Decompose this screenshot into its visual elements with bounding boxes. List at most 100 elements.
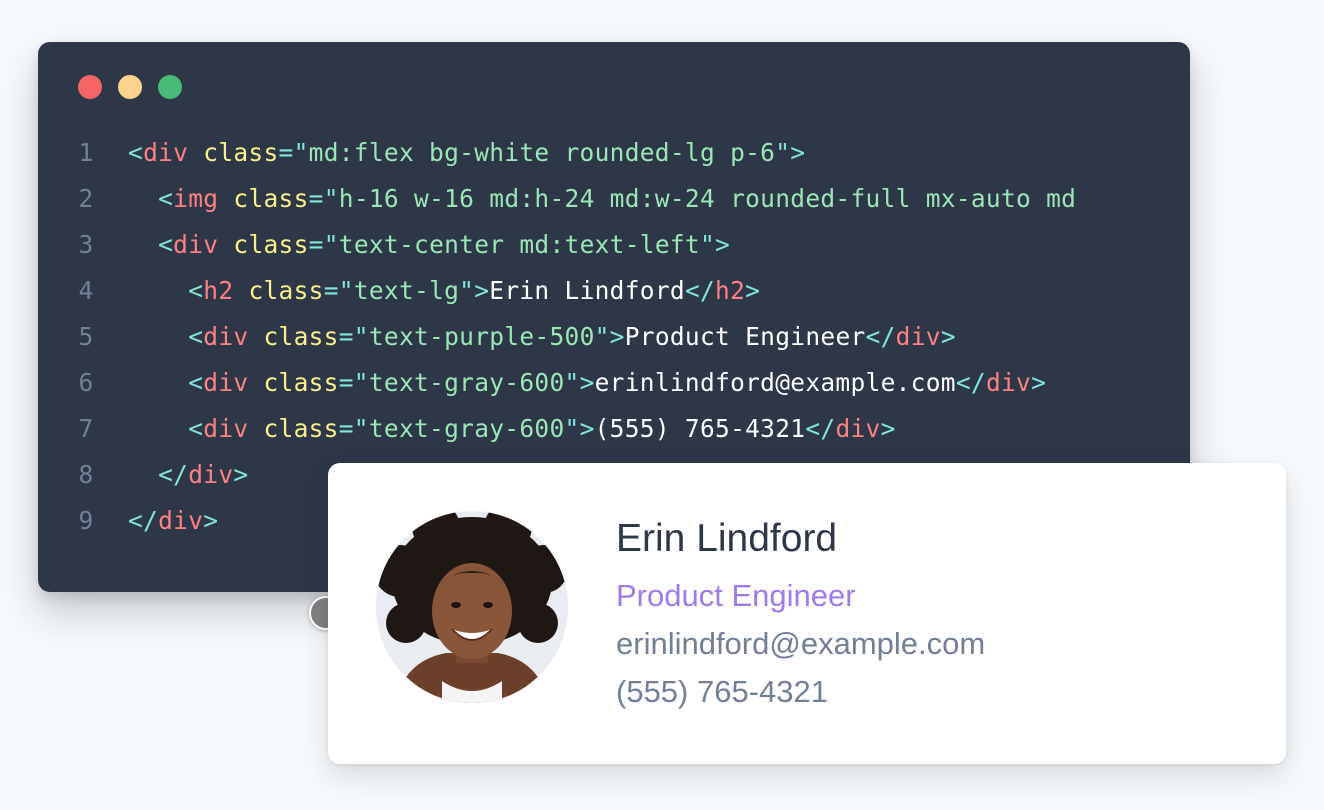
- code-token: text-gray-600: [368, 368, 565, 397]
- code-text: </div>: [128, 452, 248, 498]
- close-window-button[interactable]: [78, 75, 102, 99]
- code-text: </div>: [128, 498, 218, 544]
- code-token: h2: [203, 276, 234, 305]
- code-text: <div class="text-gray-600">erinlindford@…: [128, 360, 1046, 406]
- code-token: erinlindford@example.com: [594, 368, 956, 397]
- line-number: 7: [78, 414, 94, 443]
- code-token: =": [308, 230, 339, 259]
- code-token: class: [233, 230, 309, 259]
- code-line: 4 <h2 class="text-lg">Erin Lindford</h2>: [38, 268, 1190, 314]
- code-token: class: [233, 184, 309, 213]
- code-token: =": [323, 276, 354, 305]
- code-line: 2 <img class="h-16 w-16 md:h-24 md:w-24 …: [38, 176, 1190, 222]
- code-token: >: [203, 506, 219, 535]
- code-token: (555) 765-4321: [594, 414, 806, 443]
- code-token: <: [128, 138, 144, 167]
- code-token: class: [263, 414, 339, 443]
- code-token: ">: [564, 368, 595, 397]
- code-text: <div class="text-purple-500">Product Eng…: [128, 314, 956, 360]
- code-token: class: [263, 322, 339, 351]
- code-token: div: [895, 322, 941, 351]
- code-token: ">: [459, 276, 490, 305]
- code-text: <img class="h-16 w-16 md:h-24 md:w-24 ro…: [128, 176, 1076, 222]
- line-number: 6: [78, 368, 94, 397]
- line-number: 4: [78, 276, 94, 305]
- code-line: 5 <div class="text-purple-500">Product E…: [38, 314, 1190, 360]
- code-token: =": [338, 368, 369, 397]
- code-token: <: [188, 414, 204, 443]
- code-token: <: [188, 322, 204, 351]
- code-token: text-purple-500: [368, 322, 595, 351]
- code-line: 6 <div class="text-gray-600">erinlindfor…: [38, 360, 1190, 406]
- profile-title: Product Engineer: [616, 578, 856, 613]
- code-token: div: [203, 368, 249, 397]
- code-token: div: [203, 322, 249, 351]
- code-text: <div class="text-gray-600">(555) 765-432…: [128, 406, 896, 452]
- code-token: div: [203, 414, 249, 443]
- code-token: md:flex bg-white rounded-lg p-6: [308, 138, 776, 167]
- line-number: 8: [78, 460, 94, 489]
- code-token: ">: [594, 322, 625, 351]
- profile-phone: (555) 765-4321: [616, 674, 828, 709]
- code-token: h-16 w-16 md:h-24 md:w-24 rounded-full m…: [338, 184, 1077, 213]
- code-token: ">: [564, 414, 595, 443]
- line-number: 1: [78, 138, 94, 167]
- code-text: <div class="text-center md:text-left">: [128, 222, 730, 268]
- code-token: div: [985, 368, 1032, 397]
- code-token: =": [338, 414, 369, 443]
- code-text: <div class="md:flex bg-white rounded-lg …: [128, 130, 805, 176]
- minimize-window-button[interactable]: [118, 75, 142, 99]
- line-number: 5: [78, 322, 94, 351]
- code-token: >: [233, 460, 249, 489]
- code-token: ">: [699, 230, 731, 259]
- profile-name: Erin Lindford: [616, 517, 838, 560]
- code-token: class: [203, 138, 279, 167]
- code-token: <: [158, 230, 174, 259]
- code-token: text-lg: [353, 276, 460, 305]
- code-token: img: [173, 184, 219, 213]
- profile-card: Erin Lindford Product Engineer erinlindf…: [328, 463, 1286, 764]
- code-token: >: [880, 414, 896, 443]
- code-line: 3 <div class="text-center md:text-left">: [38, 222, 1190, 268]
- code-token: <: [188, 276, 204, 305]
- code-token: </: [684, 276, 716, 305]
- code-token: </: [128, 506, 159, 535]
- code-token: text-center md:text-left: [338, 230, 700, 259]
- line-number: 2: [78, 184, 94, 213]
- code-token: =": [278, 138, 309, 167]
- code-token: class: [263, 368, 339, 397]
- line-number: 3: [78, 230, 94, 259]
- code-token: </: [158, 460, 189, 489]
- person-portrait-icon: [376, 511, 568, 703]
- code-token: class: [248, 276, 324, 305]
- code-token: text-gray-600: [368, 414, 565, 443]
- code-token: </: [865, 322, 896, 351]
- code-token: <: [188, 368, 204, 397]
- code-token: >: [1031, 368, 1047, 397]
- code-line: 1 <div class="md:flex bg-white rounded-lg…: [38, 130, 1190, 176]
- code-token: div: [143, 138, 189, 167]
- code-text: <h2 class="text-lg">Erin Lindford</h2>: [128, 268, 760, 314]
- code-token: div: [173, 230, 219, 259]
- profile-email: erinlindford@example.com: [616, 626, 986, 661]
- code-token: >: [940, 322, 956, 351]
- code-token: <: [158, 184, 174, 213]
- code-token: h2: [715, 276, 746, 305]
- code-token: ">: [775, 138, 806, 167]
- code-token: >: [745, 276, 761, 305]
- code-token: </: [955, 368, 986, 397]
- code-token: div: [158, 506, 204, 535]
- maximize-window-button[interactable]: [158, 75, 182, 99]
